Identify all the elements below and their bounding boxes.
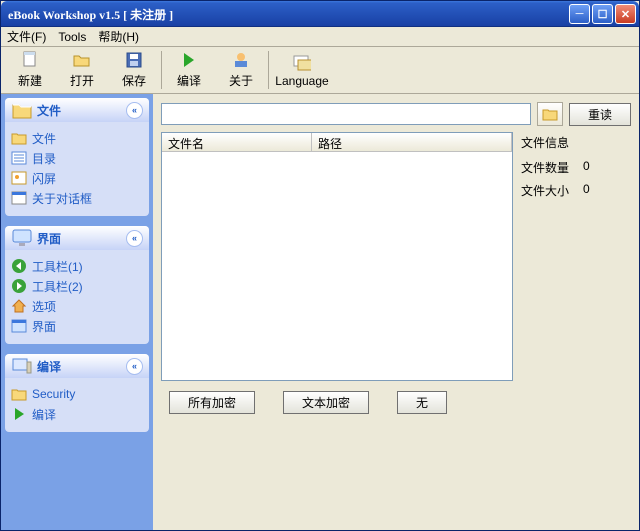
menubar: 文件(F) Tools 帮助(H) (1, 27, 639, 47)
sidebar-item-security[interactable]: Security (11, 384, 143, 404)
sidebar: 文件 « 文件 目录 闪屏 关于对话框 界面 « (1, 94, 153, 530)
sidebar-item-files[interactable]: 文件 (11, 128, 143, 148)
toolbar: 新建 打开 保存 编译 关于 Language (1, 47, 639, 94)
panel-compile-header[interactable]: 编译 « (5, 354, 149, 378)
open-button[interactable]: 打开 (56, 49, 108, 91)
sidebar-item-toolbar1[interactable]: 工具栏(1) (11, 256, 143, 276)
dialog-icon (11, 190, 27, 206)
panel-ui-header[interactable]: 界面 « (5, 226, 149, 250)
sidebar-item-toc[interactable]: 目录 (11, 148, 143, 168)
folder-small-icon (11, 130, 27, 146)
window-icon (11, 318, 27, 334)
menu-tools[interactable]: Tools (58, 30, 86, 44)
compile-icon (180, 51, 198, 69)
new-icon (21, 51, 39, 69)
encrypt-text-button[interactable]: 文本加密 (283, 391, 369, 414)
splash-icon (11, 170, 27, 186)
list-body[interactable] (162, 152, 512, 380)
size-label: 文件大小 (521, 182, 583, 199)
sidebar-item-interface[interactable]: 界面 (11, 316, 143, 336)
save-icon (125, 51, 143, 69)
language-button[interactable]: Language (270, 49, 334, 91)
menu-help[interactable]: 帮助(H) (98, 28, 139, 45)
list-icon (11, 150, 27, 166)
separator (268, 51, 269, 89)
file-list[interactable]: 文件名 路径 (161, 132, 513, 381)
close-button[interactable]: ✕ (615, 4, 636, 24)
separator (161, 51, 162, 89)
open-folder-icon (542, 106, 558, 122)
sidebar-item-toolbar2[interactable]: 工具栏(2) (11, 276, 143, 296)
folder-icon (11, 99, 33, 121)
home-icon (11, 298, 27, 314)
chevron-up-icon[interactable]: « (126, 102, 143, 119)
col-filename[interactable]: 文件名 (162, 133, 312, 151)
chevron-up-icon[interactable]: « (126, 230, 143, 247)
back-icon (11, 258, 27, 274)
new-button[interactable]: 新建 (4, 49, 56, 91)
sidebar-item-compile[interactable]: 编译 (11, 404, 143, 424)
panel-compile: 编译 « Security 编译 (5, 354, 149, 432)
language-icon (293, 53, 311, 71)
panel-files-header[interactable]: 文件 « (5, 98, 149, 122)
file-info: 文件信息 文件数量0 文件大小0 (521, 132, 631, 381)
forward-icon (11, 278, 27, 294)
maximize-button[interactable]: ☐ (592, 4, 613, 24)
chevron-up-icon[interactable]: « (126, 358, 143, 375)
menu-file[interactable]: 文件(F) (7, 28, 46, 45)
panel-ui: 界面 « 工具栏(1) 工具栏(2) 选项 界面 (5, 226, 149, 344)
count-value: 0 (583, 159, 590, 176)
about-icon (232, 51, 250, 69)
encrypt-all-button[interactable]: 所有加密 (169, 391, 255, 414)
window-title: eBook Workshop v1.5 [ 未注册 ] (4, 6, 569, 23)
info-header: 文件信息 (521, 134, 631, 151)
about-button[interactable]: 关于 (215, 49, 267, 91)
size-value: 0 (583, 182, 590, 199)
browse-button[interactable] (537, 102, 563, 126)
sidebar-item-splash[interactable]: 闪屏 (11, 168, 143, 188)
footer-spacer (161, 414, 631, 522)
list-header: 文件名 路径 (162, 133, 512, 152)
count-label: 文件数量 (521, 159, 583, 176)
none-button[interactable]: 无 (397, 391, 447, 414)
main-area: 重读 文件名 路径 文件信息 文件数量0 文件大小0 所有加密 (153, 94, 639, 530)
monitor-icon (11, 227, 33, 249)
play-icon (11, 406, 27, 422)
open-folder-icon (73, 51, 91, 69)
reread-button[interactable]: 重读 (569, 103, 631, 126)
sidebar-item-options[interactable]: 选项 (11, 296, 143, 316)
minimize-button[interactable]: ─ (569, 4, 590, 24)
panel-files: 文件 « 文件 目录 闪屏 关于对话框 (5, 98, 149, 216)
path-input[interactable] (161, 103, 531, 125)
computer-icon (11, 355, 33, 377)
titlebar: eBook Workshop v1.5 [ 未注册 ] ─ ☐ ✕ (1, 1, 639, 27)
sidebar-item-aboutdlg[interactable]: 关于对话框 (11, 188, 143, 208)
compile-button[interactable]: 编译 (163, 49, 215, 91)
folder-small-icon (11, 386, 27, 402)
save-button[interactable]: 保存 (108, 49, 160, 91)
col-path[interactable]: 路径 (312, 133, 512, 151)
